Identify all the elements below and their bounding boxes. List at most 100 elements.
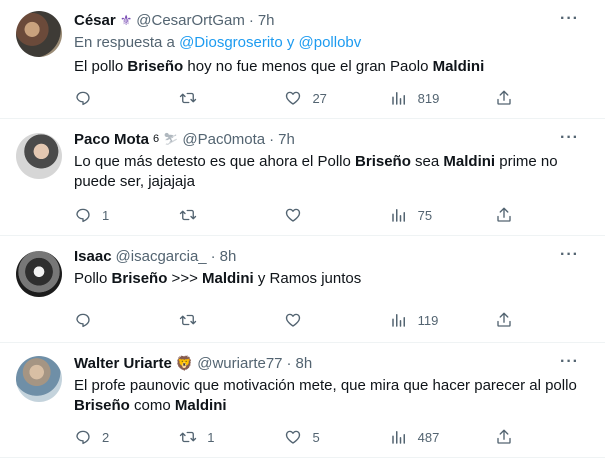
text-segment: como (129, 397, 175, 414)
timestamp[interactable]: 7h (278, 131, 295, 148)
text-segment: Lo que más detesto es que ahora el Pollo (74, 153, 356, 170)
text-segment: hoy no fue menos que el gran Paolo (183, 58, 433, 75)
reply-button[interactable]: 1 (74, 206, 179, 224)
tweet-header: Paco Mota 6 ⛷ @Pac0mota · 7h ··· (74, 129, 593, 149)
views-button[interactable]: 819 (390, 89, 495, 107)
reply-icon (76, 313, 90, 328)
view-count: 819 (417, 90, 440, 106)
more-options-icon[interactable]: ··· (560, 129, 579, 147)
heart-icon (286, 208, 301, 222)
text-segment: Pollo (74, 270, 112, 287)
separator-dot: · (269, 130, 275, 148)
reply-button[interactable]: 2 (74, 428, 179, 446)
share-icon (497, 207, 511, 222)
highlight-term: Briseño (127, 58, 184, 75)
share-icon (497, 90, 511, 105)
fleur-de-lis-icon: ⚜ (119, 11, 133, 28)
reply-button[interactable] (74, 89, 179, 107)
lion-icon: 🦁 (175, 354, 194, 371)
like-button[interactable] (284, 206, 389, 224)
separator-dot: · (286, 354, 292, 372)
heart-icon (286, 430, 301, 444)
tweet-feed: César ⚜ @CesarOrtGam · 7h ··· En respues… (0, 0, 605, 458)
author-name[interactable]: Isaac (74, 248, 112, 265)
tweet-text: Pollo Briseño >>> Maldini y Ramos juntos (74, 269, 593, 289)
tweet-body: Isaac @isacgarcia_ · 8h ··· Pollo Briseñ… (74, 246, 593, 289)
retweet-icon (180, 314, 197, 326)
author-handle[interactable]: @CesarOrtGam (136, 12, 245, 29)
reply-icon (76, 430, 90, 445)
tweet[interactable]: Walter Uriarte 🦁 @wuriarte77 · 8h ··· El… (0, 343, 605, 458)
retweet-button[interactable]: 1 (179, 428, 284, 446)
retweet-button[interactable] (179, 89, 284, 107)
share-icon (497, 429, 511, 444)
tweet-actions: 1 75 (74, 205, 514, 225)
author-name[interactable]: César (74, 12, 116, 29)
highlight-term: Briseño (74, 397, 130, 414)
author-handle[interactable]: @wuriarte77 (197, 355, 282, 372)
highlight-term: Maldini (174, 397, 227, 414)
reply-icon (76, 208, 90, 223)
views-button[interactable]: 487 (390, 428, 495, 446)
more-options-icon[interactable]: ··· (560, 353, 579, 371)
tweet-text: El profe paunovic que motivación mete, q… (74, 376, 593, 416)
reply-count: 2 (102, 429, 110, 445)
tweet-header: Walter Uriarte 🦁 @wuriarte77 · 8h ··· (74, 353, 593, 373)
share-button[interactable] (495, 311, 514, 329)
like-button[interactable]: 5 (284, 428, 389, 446)
tweet-text: Lo que más detesto es que ahora el Pollo… (74, 152, 593, 192)
views-chart-icon (391, 431, 405, 444)
tweet-actions: 119 (74, 310, 514, 330)
author-handle[interactable]: @Pac0mota (182, 131, 265, 148)
heart-icon (286, 91, 301, 105)
reply-icon (76, 91, 90, 106)
text-segment: El profe paunovic que motivación mete, q… (74, 377, 577, 394)
share-button[interactable] (495, 206, 514, 224)
views-button[interactable]: 75 (390, 206, 495, 224)
avatar[interactable] (16, 133, 62, 179)
separator-dot: · (210, 247, 216, 265)
view-count: 119 (417, 312, 439, 328)
retweet-button[interactable] (179, 206, 284, 224)
more-options-icon[interactable]: ··· (560, 10, 579, 28)
view-count: 487 (417, 429, 440, 445)
like-button[interactable]: 27 (284, 89, 389, 107)
timestamp[interactable]: 8h (296, 355, 313, 372)
views-button[interactable]: 119 (390, 311, 495, 329)
tweet[interactable]: César ⚜ @CesarOrtGam · 7h ··· En respues… (0, 0, 605, 119)
highlight-term: Maldini (443, 153, 496, 170)
timestamp[interactable]: 8h (220, 248, 237, 265)
retweet-button[interactable] (179, 311, 284, 329)
like-count: 27 (312, 90, 327, 106)
badge-superscript: 6 (153, 133, 160, 145)
tweet-header: Isaac @isacgarcia_ · 8h ··· (74, 246, 593, 266)
reply-button[interactable] (74, 311, 179, 329)
avatar[interactable] (16, 251, 62, 297)
share-button[interactable] (495, 428, 514, 446)
highlight-term: Maldini (202, 270, 254, 287)
more-options-icon[interactable]: ··· (560, 246, 579, 264)
author-handle[interactable]: @isacgarcia_ (116, 248, 207, 265)
retweet-icon (180, 92, 197, 104)
avatar[interactable] (16, 356, 62, 402)
timestamp[interactable]: 7h (258, 12, 275, 29)
author-name[interactable]: Walter Uriarte (74, 355, 172, 372)
views-chart-icon (391, 92, 405, 105)
reply-context: En respuesta a @Diosgroserito y @pollobv (74, 34, 593, 54)
separator-dot: · (248, 11, 254, 29)
highlight-term: Briseño (111, 270, 168, 287)
highlight-term: Maldini (432, 58, 485, 75)
tweet-text: El pollo Briseño hoy no fue menos que el… (74, 57, 593, 77)
reply-mentions[interactable]: @Diosgroserito y @pollobv (179, 34, 361, 51)
tweet-body: César ⚜ @CesarOrtGam · 7h ··· En respues… (74, 10, 593, 77)
tweet-actions: 2 1 5 487 (74, 427, 514, 447)
tweet[interactable]: Paco Mota 6 ⛷ @Pac0mota · 7h ··· Lo que … (0, 119, 605, 236)
skier-icon: ⛷ (163, 132, 179, 146)
share-button[interactable] (495, 89, 514, 107)
heart-icon (286, 313, 301, 327)
avatar[interactable] (16, 11, 62, 57)
like-button[interactable] (284, 311, 389, 329)
author-name[interactable]: Paco Mota (74, 131, 149, 148)
views-chart-icon (391, 209, 405, 222)
tweet[interactable]: Isaac @isacgarcia_ · 8h ··· Pollo Briseñ… (0, 236, 605, 343)
